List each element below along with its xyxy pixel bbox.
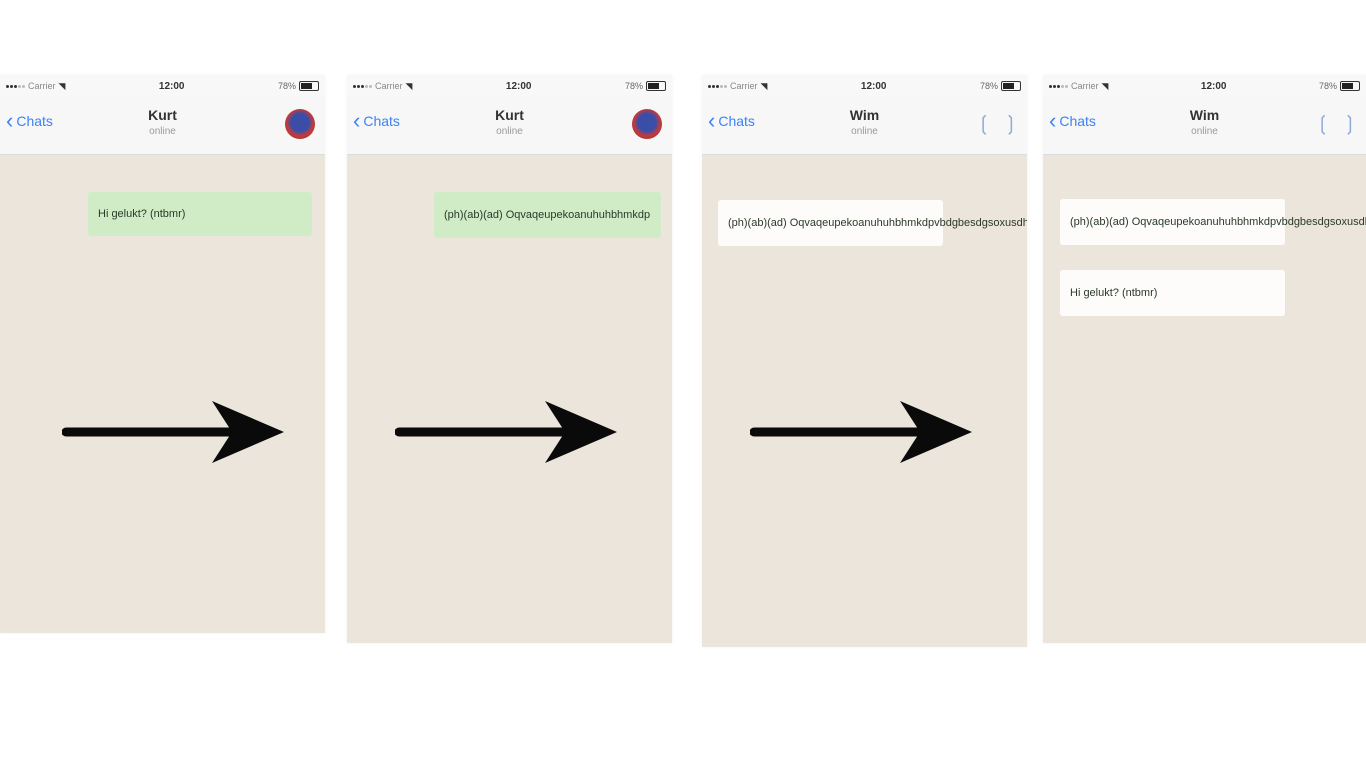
- message-bubble-incoming[interactable]: (ph)(ab)(ad) Oqvaqeupekoanuhuhbhmkdpvbdg…: [718, 200, 1027, 246]
- chat-header: ‹ Chats Wim online ❲ ❳: [1043, 97, 1366, 155]
- bracket-left-icon[interactable]: ❲: [1314, 111, 1331, 136]
- signal-icon: [1049, 84, 1068, 88]
- carrier-label: Carrier: [375, 81, 403, 91]
- message-text: (ph)(ab)(ad) Oqvaqeupekoanuhuhbhmkdp: [444, 209, 651, 221]
- chat-header: ‹ Chats Kurt online: [0, 97, 325, 155]
- battery-icon: [1001, 81, 1021, 91]
- status-time: 12:00: [860, 80, 887, 92]
- carrier-label: Carrier: [28, 81, 56, 91]
- status-time: 12:00: [158, 80, 185, 92]
- status-bar: Carrier ◥ 12:00 78%: [1043, 75, 1366, 97]
- signal-icon: [6, 84, 25, 88]
- status-bar: Carrier ◥ 12:00 78%: [702, 75, 1027, 97]
- avatar[interactable]: [632, 109, 662, 139]
- bracket-left-icon[interactable]: ❲: [975, 111, 992, 136]
- message-bubble-incoming[interactable]: Hi gelukt? (ntbmr): [1060, 270, 1285, 316]
- phone-screen-1: Carrier ◥ 12:00 78% ‹ Chats Kurt online …: [0, 75, 325, 633]
- header-actions: ❲ ❳: [975, 111, 1019, 136]
- phone-screen-4: Carrier ◥ 12:00 78% ‹ Chats Wim online ❲…: [1043, 75, 1366, 643]
- chat-header: ‹ Chats Kurt online: [347, 97, 672, 155]
- contact-name: Kurt: [495, 107, 524, 123]
- battery-icon: [299, 81, 319, 91]
- message-bubble-outgoing[interactable]: Hi gelukt? (ntbmr): [88, 192, 312, 236]
- message-bubble-incoming[interactable]: (ph)(ab)(ad) Oqvaqeupekoanuhuhbhmkdpvbdg…: [1060, 199, 1366, 245]
- chat-header: ‹ Chats Wim online ❲ ❳: [702, 97, 1027, 155]
- battery-icon: [646, 81, 666, 91]
- battery-percent: 78%: [624, 81, 643, 91]
- bracket-right-icon[interactable]: ❳: [1002, 111, 1019, 136]
- status-bar: Carrier ◥ 12:00 78%: [347, 75, 672, 97]
- message-text: Hi gelukt? (ntbmr): [98, 208, 186, 220]
- carrier-label: Carrier: [1071, 81, 1099, 91]
- wifi-icon: ◥: [405, 80, 413, 91]
- status-time: 12:00: [505, 80, 532, 92]
- message-text: (ph)(ab)(ad) Oqvaqeupekoanuhuhbhmkdpvbdg…: [728, 217, 1027, 229]
- battery-icon: [1340, 81, 1360, 91]
- right-arrow-icon: [395, 401, 617, 463]
- right-arrow-icon: [62, 401, 284, 463]
- battery-percent: 78%: [1318, 81, 1337, 91]
- contact-name: Kurt: [148, 107, 177, 123]
- avatar[interactable]: [285, 109, 315, 139]
- status-bar: Carrier ◥ 12:00 78%: [0, 75, 325, 97]
- contact-status: online: [149, 126, 176, 137]
- message-text: (ph)(ab)(ad) Oqvaqeupekoanuhuhbhmkdpvbdg…: [1070, 216, 1366, 228]
- signal-icon: [708, 84, 727, 88]
- right-arrow-icon: [750, 401, 972, 463]
- wifi-icon: ◥: [58, 80, 66, 91]
- message-text: Hi gelukt? (ntbmr): [1070, 287, 1158, 299]
- battery-percent: 78%: [979, 81, 998, 91]
- phone-screen-2: Carrier ◥ 12:00 78% ‹ Chats Kurt online …: [347, 75, 672, 643]
- bracket-right-icon[interactable]: ❳: [1341, 111, 1358, 136]
- wifi-icon: ◥: [1101, 80, 1109, 91]
- header-actions: ❲ ❳: [1314, 111, 1358, 136]
- battery-percent: 78%: [277, 81, 296, 91]
- contact-info[interactable]: Kurt online: [347, 107, 672, 137]
- phone-screen-3: Carrier ◥ 12:00 78% ‹ Chats Wim online ❲…: [702, 75, 1027, 647]
- contact-status: online: [496, 126, 523, 137]
- wifi-icon: ◥: [760, 80, 768, 91]
- status-time: 12:00: [1200, 80, 1227, 92]
- contact-info[interactable]: Kurt online: [0, 107, 325, 137]
- message-bubble-outgoing[interactable]: (ph)(ab)(ad) Oqvaqeupekoanuhuhbhmkdp: [434, 192, 661, 238]
- carrier-label: Carrier: [730, 81, 758, 91]
- signal-icon: [353, 84, 372, 88]
